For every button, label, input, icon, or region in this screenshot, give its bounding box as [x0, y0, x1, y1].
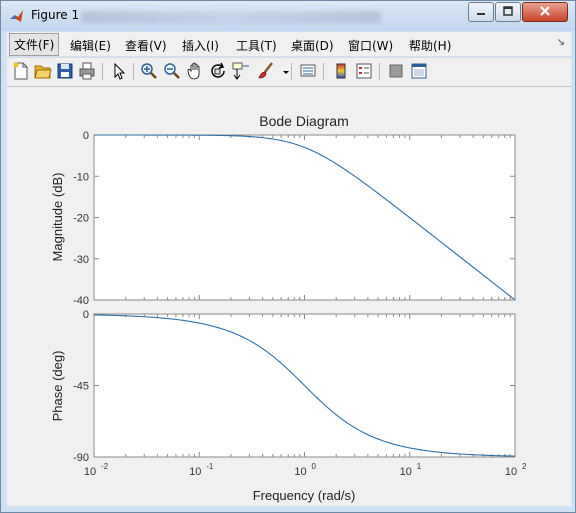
menu-overflow-icon[interactable]: ↘ — [557, 37, 565, 48]
bode-plot[interactable]: Bode Diagram Frequency (rad/s) Magnitude… — [6, 86, 570, 505]
toolbar-separator — [133, 63, 134, 80]
link-plot-icon[interactable] — [299, 62, 317, 80]
magnitude-axes[interactable] — [93, 134, 516, 301]
select-arrow-icon[interactable] — [110, 62, 128, 80]
y-tick-label: -30 — [73, 254, 89, 266]
magnitude-y-label: Magnitude (dB) — [50, 173, 65, 262]
window-title: Figure 1 — [31, 8, 80, 22]
close-icon — [540, 6, 550, 16]
x-tick-label: 10 — [189, 466, 201, 478]
rotate-3d-icon[interactable] — [209, 62, 227, 80]
toolbar-separator — [291, 63, 292, 80]
y-tick-label: 0 — [83, 130, 89, 142]
chart-title: Bode Diagram — [259, 113, 349, 129]
legend-icon[interactable] — [355, 62, 373, 80]
title-bar[interactable]: Figure 1 — [1, 1, 575, 31]
y-tick-label: 0 — [83, 309, 89, 321]
zoom-in-icon[interactable] — [140, 62, 158, 80]
maximize-button[interactable] — [495, 2, 521, 22]
menu-bar: 文件(F) 编辑(E) 查看(V) 插入(I) 工具(T) 桌面(D) 窗口(W… — [7, 32, 571, 56]
colorbar-icon[interactable] — [332, 62, 350, 80]
pan-hand-icon[interactable] — [186, 62, 204, 80]
x-tick-label: 10 — [505, 466, 517, 478]
hide-plot-tools-icon[interactable] — [387, 62, 405, 80]
maximize-icon — [503, 6, 513, 16]
y-tick-label: -40 — [73, 295, 89, 307]
y-tick-label: -10 — [73, 171, 89, 183]
toolbar-separator — [102, 63, 103, 80]
menu-tools[interactable]: 工具(T) — [232, 35, 281, 56]
x-tick-exponent: 2 — [522, 462, 527, 471]
blurred-watermark — [81, 11, 381, 23]
x-tick-exponent: -2 — [101, 462, 109, 471]
show-plot-tools-icon[interactable] — [410, 62, 428, 80]
y-tick-label: -90 — [73, 452, 89, 464]
data-cursor-icon[interactable] — [232, 62, 250, 80]
x-tick-exponent: 0 — [312, 462, 317, 471]
zoom-out-icon[interactable] — [163, 62, 181, 80]
menu-desktop[interactable]: 桌面(D) — [287, 35, 338, 56]
toolbar-separator — [379, 63, 380, 80]
new-figure-icon[interactable] — [12, 62, 30, 80]
brush-dropdown-icon[interactable] — [277, 62, 289, 80]
phase-y-label: Phase (deg) — [50, 351, 65, 422]
x-tick-label: 10 — [294, 466, 306, 478]
x-tick-label: 10 — [84, 466, 96, 478]
minimize-icon — [477, 13, 485, 15]
brush-icon[interactable] — [257, 62, 275, 80]
toolbar-separator — [323, 63, 324, 80]
x-tick-exponent: 1 — [417, 462, 422, 471]
save-icon[interactable] — [56, 62, 74, 80]
menu-insert[interactable]: 插入(I) — [178, 35, 223, 56]
y-tick-label: -20 — [73, 213, 89, 225]
close-button[interactable] — [522, 2, 568, 22]
figure-toolbar — [7, 57, 571, 87]
y-tick-label: -45 — [73, 381, 89, 393]
menu-window[interactable]: 窗口(W) — [344, 35, 397, 56]
x-tick-label: 10 — [400, 466, 412, 478]
minimize-button[interactable] — [468, 2, 494, 22]
x-axis-label: Frequency (rad/s) — [253, 488, 356, 503]
menu-file[interactable]: 文件(F) — [9, 33, 60, 56]
matlab-logo-icon — [10, 10, 23, 22]
x-tick-exponent: -1 — [206, 462, 214, 471]
open-file-icon[interactable] — [34, 62, 52, 80]
menu-view[interactable]: 查看(V) — [121, 35, 171, 56]
menu-edit[interactable]: 编辑(E) — [66, 35, 115, 56]
print-icon[interactable] — [78, 62, 96, 80]
menu-help[interactable]: 帮助(H) — [405, 35, 455, 56]
